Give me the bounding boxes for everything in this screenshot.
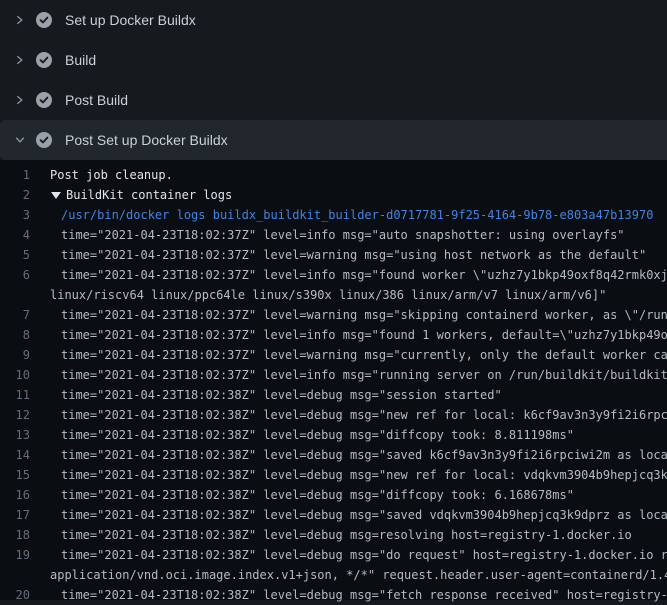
log-line: 12 time="2021-04-23T18:02:38Z" level=deb… xyxy=(0,405,667,425)
log-line: 15 time="2021-04-23T18:02:38Z" level=deb… xyxy=(0,465,667,485)
log-line: 6 time="2021-04-23T18:02:37Z" level=info… xyxy=(0,265,667,285)
log-line-number[interactable]: 17 xyxy=(0,505,30,525)
log-line: 1 Post job cleanup. xyxy=(0,165,667,185)
chevron-right-icon xyxy=(14,94,26,106)
check-circle-icon xyxy=(36,132,52,148)
check-circle-icon xyxy=(36,12,52,28)
log-line-number xyxy=(0,565,30,585)
log-line-text: time="2021-04-23T18:02:37Z" level=info m… xyxy=(30,225,625,245)
log-line: linux/riscv64 linux/ppc64le linux/s390x … xyxy=(0,285,667,305)
log-line-text: /usr/bin/docker logs buildx_buildkit_bui… xyxy=(30,205,653,225)
chevron-right-icon xyxy=(14,54,26,66)
log-line-number[interactable]: 6 xyxy=(0,265,30,285)
log-line: 8 time="2021-04-23T18:02:37Z" level=info… xyxy=(0,325,667,345)
log-line: 16 time="2021-04-23T18:02:38Z" level=deb… xyxy=(0,485,667,505)
step-label: Set up Docker Buildx xyxy=(65,12,196,28)
step-row-post-build[interactable]: Post Build xyxy=(0,80,667,120)
step-row-set-up-docker-buildx[interactable]: Set up Docker Buildx xyxy=(0,0,667,40)
log-line-text: time="2021-04-23T18:02:38Z" level=debug … xyxy=(30,405,667,425)
step-row-post-set-up-docker-buildx[interactable]: Post Set up Docker Buildx xyxy=(0,120,667,160)
log-line: 13 time="2021-04-23T18:02:38Z" level=deb… xyxy=(0,425,667,445)
log-line-number[interactable]: 10 xyxy=(0,365,30,385)
log-line-text: linux/riscv64 linux/ppc64le linux/s390x … xyxy=(30,285,606,305)
log-line-text: BuildKit container logs xyxy=(61,185,232,205)
log-line: 7 time="2021-04-23T18:02:37Z" level=warn… xyxy=(0,305,667,325)
log-line-text: time="2021-04-23T18:02:38Z" level=debug … xyxy=(30,445,667,465)
log-line-number[interactable]: 4 xyxy=(0,225,30,245)
log-line-number[interactable]: 20 xyxy=(0,585,30,605)
step-row-build[interactable]: Build xyxy=(0,40,667,80)
log-line-text: time="2021-04-23T18:02:38Z" level=debug … xyxy=(30,465,667,485)
log-line-text: time="2021-04-23T18:02:38Z" level=debug … xyxy=(30,505,667,525)
log-line-number[interactable]: 1 xyxy=(0,165,30,185)
log-line-number[interactable]: 8 xyxy=(0,325,30,345)
log-line-text: time="2021-04-23T18:02:37Z" level=info m… xyxy=(30,365,667,385)
log-line: 5 time="2021-04-23T18:02:37Z" level=warn… xyxy=(0,245,667,265)
log-line-number[interactable]: 12 xyxy=(0,405,30,425)
log-line-text: time="2021-04-23T18:02:38Z" level=debug … xyxy=(30,525,632,545)
log-line: 18 time="2021-04-23T18:02:38Z" level=deb… xyxy=(0,525,667,545)
step-label: Post Set up Docker Buildx xyxy=(65,132,228,148)
step-label: Post Build xyxy=(65,92,128,108)
log-line-number[interactable]: 5 xyxy=(0,245,30,265)
log-line: 9 time="2021-04-23T18:02:37Z" level=warn… xyxy=(0,345,667,365)
log-line-text: time="2021-04-23T18:02:37Z" level=warnin… xyxy=(30,245,646,265)
chevron-right-icon xyxy=(14,14,26,26)
log-line-text: application/vnd.oci.image.index.v1+json,… xyxy=(30,565,667,585)
log-line[interactable]: 2 BuildKit container logs xyxy=(0,185,667,205)
log-line-number[interactable]: 3 xyxy=(0,205,30,225)
log-viewer: 1 Post job cleanup. 2 BuildKit container… xyxy=(0,160,667,600)
log-line-number[interactable]: 13 xyxy=(0,425,30,445)
log-line-text: time="2021-04-23T18:02:38Z" level=debug … xyxy=(30,385,502,405)
log-line-number[interactable]: 19 xyxy=(0,545,30,565)
log-line-number[interactable]: 9 xyxy=(0,345,30,365)
log-line-text: Post job cleanup. xyxy=(30,165,173,185)
log-line-number[interactable]: 16 xyxy=(0,485,30,505)
log-line-text: time="2021-04-23T18:02:37Z" level=info m… xyxy=(30,265,667,285)
log-line-text: time="2021-04-23T18:02:38Z" level=debug … xyxy=(30,585,667,605)
log-line-number[interactable]: 14 xyxy=(0,445,30,465)
log-line-number[interactable]: 11 xyxy=(0,385,30,405)
log-line-number xyxy=(0,285,30,305)
check-circle-icon xyxy=(36,52,52,68)
log-line: 17 time="2021-04-23T18:02:38Z" level=deb… xyxy=(0,505,667,525)
log-line-text: time="2021-04-23T18:02:38Z" level=debug … xyxy=(30,485,574,505)
log-line-text: time="2021-04-23T18:02:38Z" level=debug … xyxy=(30,545,667,565)
log-line-text: time="2021-04-23T18:02:38Z" level=debug … xyxy=(30,425,574,445)
collapse-triangle-icon[interactable] xyxy=(51,192,61,199)
step-label: Build xyxy=(65,52,96,68)
log-line: 10 time="2021-04-23T18:02:37Z" level=inf… xyxy=(0,365,667,385)
log-line: 4 time="2021-04-23T18:02:37Z" level=info… xyxy=(0,225,667,245)
log-line: 19 time="2021-04-23T18:02:38Z" level=deb… xyxy=(0,545,667,565)
log-line: 3 /usr/bin/docker logs buildx_buildkit_b… xyxy=(0,205,667,225)
log-line-number[interactable]: 15 xyxy=(0,465,30,485)
chevron-down-icon xyxy=(14,134,26,146)
log-line: 11 time="2021-04-23T18:02:38Z" level=deb… xyxy=(0,385,667,405)
steps-list: Set up Docker Buildx Build Post Build Po… xyxy=(0,0,667,160)
log-line: 20 time="2021-04-23T18:02:38Z" level=deb… xyxy=(0,585,667,605)
log-line: application/vnd.oci.image.index.v1+json,… xyxy=(0,565,667,585)
log-line-text: time="2021-04-23T18:02:37Z" level=info m… xyxy=(30,325,667,345)
log-line-number[interactable]: 2 xyxy=(0,185,30,205)
log-line-text: time="2021-04-23T18:02:37Z" level=warnin… xyxy=(30,345,667,365)
log-line-number[interactable]: 7 xyxy=(0,305,30,325)
log-line-text: time="2021-04-23T18:02:37Z" level=warnin… xyxy=(30,305,667,325)
log-line-number[interactable]: 18 xyxy=(0,525,30,545)
check-circle-icon xyxy=(36,92,52,108)
log-line: 14 time="2021-04-23T18:02:38Z" level=deb… xyxy=(0,445,667,465)
